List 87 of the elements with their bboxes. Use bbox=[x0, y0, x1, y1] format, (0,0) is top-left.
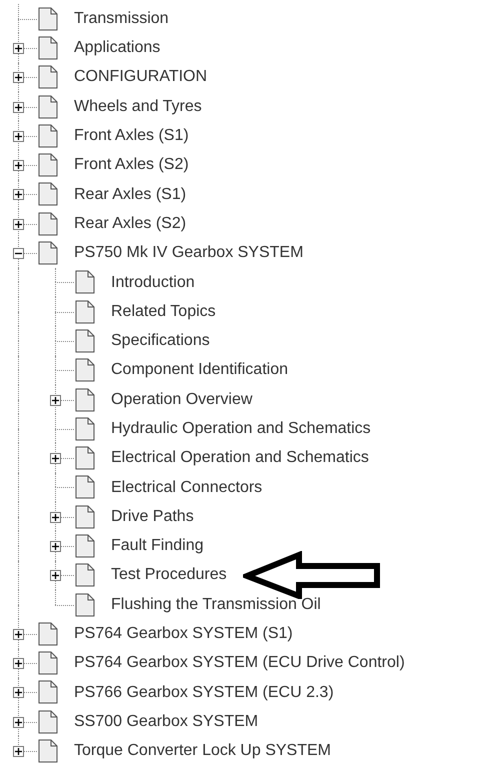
page-icon bbox=[38, 739, 58, 764]
page-icon bbox=[75, 475, 95, 500]
page-icon bbox=[38, 212, 58, 236]
expand-toggle[interactable] bbox=[50, 512, 61, 523]
tree-item[interactable]: Rear Axles (S2) bbox=[74, 214, 186, 233]
page-icon bbox=[38, 680, 58, 704]
page-icon bbox=[38, 241, 58, 266]
page-icon bbox=[38, 710, 58, 734]
page-icon bbox=[38, 124, 58, 148]
page-icon bbox=[38, 94, 58, 119]
expand-toggle[interactable] bbox=[13, 42, 24, 54]
collapse-toggle[interactable] bbox=[13, 248, 24, 260]
plus-icon bbox=[14, 161, 23, 170]
tree-item[interactable]: SS700 Gearbox SYSTEM bbox=[74, 712, 258, 731]
expand-toggle[interactable] bbox=[13, 160, 24, 172]
page-icon bbox=[38, 153, 58, 178]
tree-item[interactable]: Component Identification bbox=[111, 361, 288, 379]
page-icon bbox=[75, 563, 95, 588]
tree-item[interactable]: Torque Converter Lock Up SYSTEM bbox=[74, 742, 331, 760]
expand-toggle[interactable] bbox=[50, 540, 61, 552]
page-icon bbox=[75, 300, 95, 324]
plus-icon bbox=[14, 102, 23, 112]
tree-item[interactable]: Drive Paths bbox=[111, 508, 194, 526]
expand-toggle[interactable] bbox=[50, 570, 61, 582]
plus-icon bbox=[51, 396, 60, 404]
tree-item[interactable]: PS764 Gearbox SYSTEM (S1) bbox=[74, 625, 293, 643]
page-icon bbox=[75, 388, 95, 412]
tree-item[interactable]: Fault Finding bbox=[111, 537, 204, 555]
page-icon bbox=[75, 446, 95, 470]
tree-item[interactable]: Test Procedures bbox=[111, 566, 227, 584]
tree-item[interactable]: PS764 Gearbox SYSTEM (ECU Drive Control) bbox=[74, 654, 405, 672]
expand-toggle[interactable] bbox=[50, 394, 61, 406]
page-icon bbox=[38, 622, 58, 646]
plus-icon bbox=[14, 747, 23, 756]
expand-toggle[interactable] bbox=[13, 130, 24, 142]
expand-toggle[interactable] bbox=[50, 453, 61, 464]
tree-item[interactable]: Introduction bbox=[111, 274, 195, 292]
tree-item[interactable]: Flushing the Transmission Oil bbox=[111, 596, 321, 614]
tree-item[interactable]: Related Topics bbox=[111, 302, 216, 320]
plus-icon bbox=[14, 688, 23, 698]
plus-icon bbox=[14, 630, 23, 639]
page-icon bbox=[75, 592, 95, 617]
plus-icon bbox=[51, 571, 60, 580]
expand-toggle[interactable] bbox=[13, 189, 24, 200]
page-icon bbox=[38, 6, 58, 31]
tree-item[interactable]: Operation Overview bbox=[111, 390, 252, 408]
plus-icon bbox=[51, 454, 60, 464]
tree-item[interactable]: Rear Axles (S1) bbox=[74, 186, 186, 204]
tree-item[interactable]: Electrical Connectors bbox=[111, 478, 262, 496]
tree-item[interactable]: Electrical Operation and Schematics bbox=[111, 449, 369, 467]
tree-item[interactable]: PS766 Gearbox SYSTEM (ECU 2.3) bbox=[74, 684, 334, 702]
expand-toggle[interactable] bbox=[13, 72, 24, 84]
plus-icon bbox=[51, 512, 60, 522]
plus-icon bbox=[14, 659, 23, 668]
plus-icon bbox=[14, 718, 23, 727]
plus-icon bbox=[14, 132, 23, 141]
page-icon bbox=[38, 651, 58, 676]
page-icon bbox=[38, 182, 58, 206]
plus-icon bbox=[14, 190, 23, 200]
page-icon bbox=[75, 328, 95, 353]
plus-icon bbox=[14, 44, 23, 53]
expand-toggle[interactable] bbox=[13, 716, 24, 728]
page-icon bbox=[75, 504, 95, 529]
plus-icon bbox=[51, 542, 60, 551]
tree-item[interactable]: Hydraulic Operation and Schematics bbox=[111, 420, 371, 438]
plus-icon bbox=[14, 220, 23, 229]
expand-toggle[interactable] bbox=[13, 746, 24, 758]
page-icon bbox=[75, 416, 95, 441]
tree-item[interactable]: Wheels and Tyres bbox=[74, 98, 202, 116]
expand-toggle[interactable] bbox=[13, 102, 24, 113]
tree-item[interactable]: Applications bbox=[74, 39, 160, 57]
tree-item[interactable]: CONFIGURATION bbox=[74, 68, 208, 86]
tree-item[interactable]: PS750 Mk IV Gearbox SYSTEM bbox=[74, 244, 304, 262]
plus-icon bbox=[14, 73, 23, 82]
tree-item[interactable]: Front Axles (S2) bbox=[74, 156, 189, 174]
tree-item[interactable]: Transmission bbox=[74, 10, 169, 28]
page-icon bbox=[75, 358, 95, 382]
page-icon bbox=[75, 534, 95, 558]
tree-item[interactable]: Front Axles (S1) bbox=[74, 127, 189, 145]
expand-toggle[interactable] bbox=[13, 628, 24, 640]
expand-toggle[interactable] bbox=[13, 218, 24, 230]
page-icon bbox=[38, 36, 58, 60]
tree-item[interactable]: Specifications bbox=[111, 332, 210, 350]
expand-toggle[interactable] bbox=[13, 658, 24, 670]
expand-toggle[interactable] bbox=[13, 687, 24, 698]
page-icon bbox=[38, 65, 58, 90]
page-icon bbox=[75, 270, 95, 294]
